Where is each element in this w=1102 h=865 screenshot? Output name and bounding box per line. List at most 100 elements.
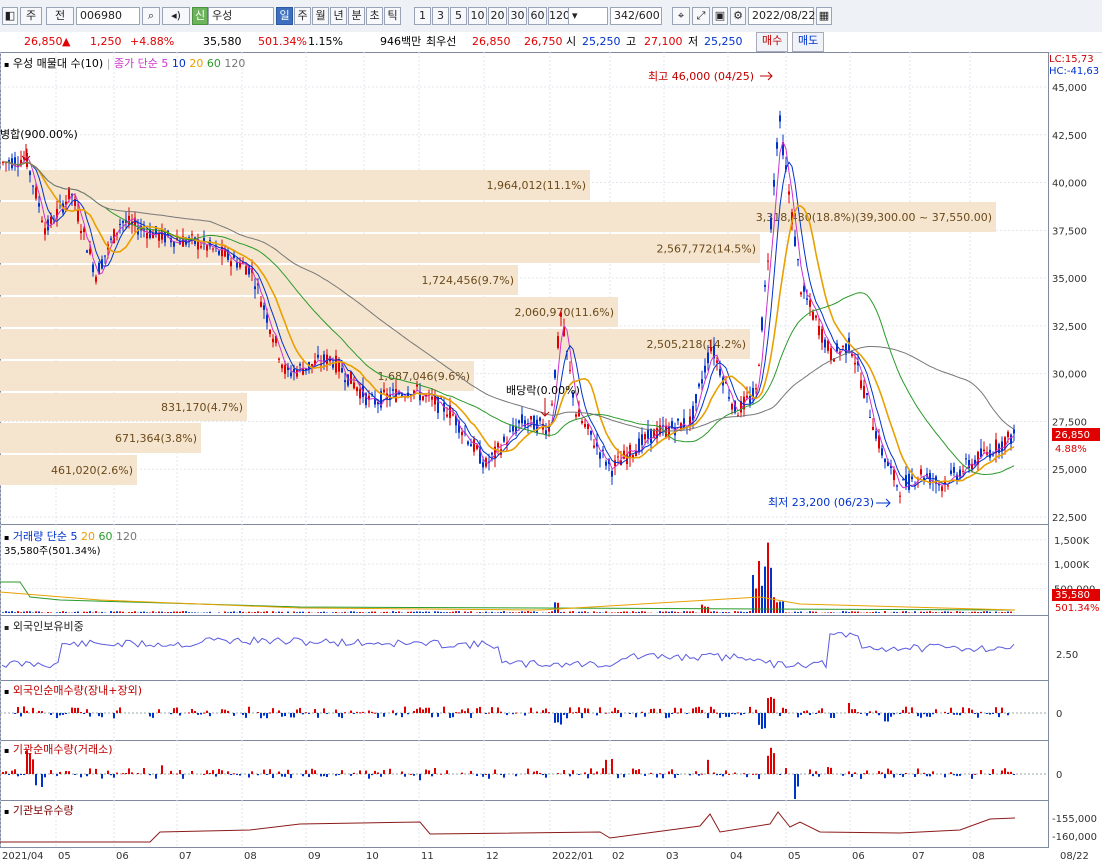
volume-bar: [524, 612, 526, 613]
speaker-icon[interactable]: ◂): [162, 7, 190, 25]
interval-dropdown[interactable]: ▾: [568, 7, 608, 25]
volume-bar: [407, 612, 409, 613]
foreign-net-bar: [719, 713, 721, 718]
interval-tab-20[interactable]: 20: [488, 7, 507, 25]
ma10-legend: 10: [172, 57, 186, 70]
date-input[interactable]: 2022/08/22: [748, 7, 814, 25]
candle-body: [803, 286, 805, 292]
save-icon[interactable]: ▣: [712, 7, 728, 25]
volume-bar: [59, 612, 61, 613]
period-tab-6[interactable]: 틱: [384, 7, 401, 25]
candle-body: [647, 429, 649, 439]
period-tab-4[interactable]: 분: [348, 7, 365, 25]
foreign-net-bar: [878, 713, 880, 715]
inst-net-bar: [323, 774, 325, 776]
inst-net-bar: [401, 771, 403, 774]
candle-body: [83, 228, 85, 232]
interval-tab-60[interactable]: 60: [528, 7, 547, 25]
inst-net-bar: [5, 771, 7, 774]
interval-tab-30[interactable]: 30: [508, 7, 527, 25]
volume-bar: [929, 611, 931, 613]
candle-body: [473, 439, 475, 451]
interval-tab-10[interactable]: 10: [468, 7, 487, 25]
volume-profile-label: 671,364(3.8%): [115, 432, 197, 445]
volume-bar: [257, 611, 259, 613]
zoom-icon[interactable]: ⤢: [692, 7, 710, 25]
calendar-icon[interactable]: ▦: [816, 7, 832, 25]
sell-button[interactable]: 매도: [792, 32, 824, 52]
inst-net-bar: [602, 768, 604, 774]
foreign-net-bar: [431, 713, 433, 717]
period-tab-1[interactable]: 주: [294, 7, 311, 25]
high-price: 27,100: [644, 32, 683, 52]
inst-net-bar: [587, 774, 589, 778]
volume-bar: [518, 612, 520, 613]
inst-net-bar: [893, 774, 895, 778]
period-tab-3[interactable]: 년: [330, 7, 347, 25]
volume-bar: [830, 612, 832, 613]
stock-name-input[interactable]: 우성: [208, 7, 274, 25]
interval-tab-5[interactable]: 5: [450, 7, 467, 25]
inst-net-bar: [149, 774, 151, 775]
window-icon[interactable]: ◧: [2, 7, 18, 25]
period-tab-0[interactable]: 일: [276, 7, 293, 25]
candle-body: [359, 389, 361, 398]
inst-net-bar: [86, 774, 88, 776]
candle-body: [110, 238, 112, 239]
volume-bar: [989, 612, 991, 613]
stock-chart[interactable]: 1,964,012(11.1%)3,318,430(18.8%)(39,300.…: [0, 52, 1102, 862]
code-input[interactable]: 006980: [76, 7, 140, 25]
inst-net-bar: [359, 770, 361, 774]
foreign-net-bar: [158, 709, 160, 713]
foreign-net-bar: [506, 713, 508, 715]
inst-net-bar: [182, 774, 184, 779]
candle-body: [614, 460, 616, 466]
x-tick-label: 08/22: [1060, 851, 1089, 862]
candle-body: [767, 261, 769, 262]
interval-tab-1[interactable]: 1: [414, 7, 431, 25]
period-tab-2[interactable]: 월: [312, 7, 329, 25]
count-display[interactable]: 342/600: [610, 7, 662, 25]
foreign-net-bar: [203, 713, 205, 714]
volume-bar: [452, 612, 454, 613]
merge-annotation: 병합(900.00%): [0, 128, 78, 141]
buy-button[interactable]: 매수: [756, 32, 788, 52]
volume-profile-label: 461,020(2.6%): [51, 464, 133, 477]
candle-body: [92, 265, 94, 273]
price-tag: 26,850: [1055, 430, 1090, 441]
x-tick-label: 05: [788, 851, 801, 862]
volume-profile-label: 2,567,772(14.5%): [656, 243, 756, 256]
inst-net-bar: [302, 774, 304, 776]
search-icon[interactable]: ⌕: [142, 7, 160, 25]
prev-button[interactable]: 전: [46, 7, 74, 25]
candle-body: [809, 300, 811, 307]
inst-net-bar: [311, 769, 313, 774]
period-tab-5[interactable]: 초: [366, 7, 383, 25]
inst-net-bar: [1010, 772, 1012, 774]
crosshair-icon[interactable]: ⌖: [672, 7, 690, 25]
foreign-net-bar: [200, 713, 202, 715]
inst-net-bar: [746, 774, 748, 777]
foreign-net-bar: [197, 713, 199, 715]
foreign-net-bar: [308, 713, 310, 714]
inst-net-bar: [41, 774, 43, 787]
interval-tab-120[interactable]: 120: [548, 7, 570, 25]
volume-bar: [659, 611, 661, 613]
candle-body: [854, 363, 856, 364]
candle-body: [521, 414, 523, 423]
candle-body: [908, 474, 910, 490]
volume-bar: [422, 612, 424, 613]
foreign-net-bar: [848, 703, 850, 713]
settings-icon[interactable]: ⚙: [730, 7, 746, 25]
foreign-net-bar: [356, 712, 358, 713]
chart-area[interactable]: 1,964,012(11.1%)3,318,430(18.8%)(39,300.…: [0, 52, 1102, 862]
type-select[interactable]: 주: [20, 7, 42, 25]
volume-bar: [185, 611, 187, 613]
candle-body: [728, 397, 730, 399]
volume-bar: [41, 612, 43, 613]
volume-bar: [14, 612, 16, 613]
inst-net-bar: [569, 774, 571, 776]
interval-tab-3[interactable]: 3: [432, 7, 449, 25]
foreign-net-bar: [665, 713, 667, 718]
foreign-net-bar: [266, 713, 268, 718]
